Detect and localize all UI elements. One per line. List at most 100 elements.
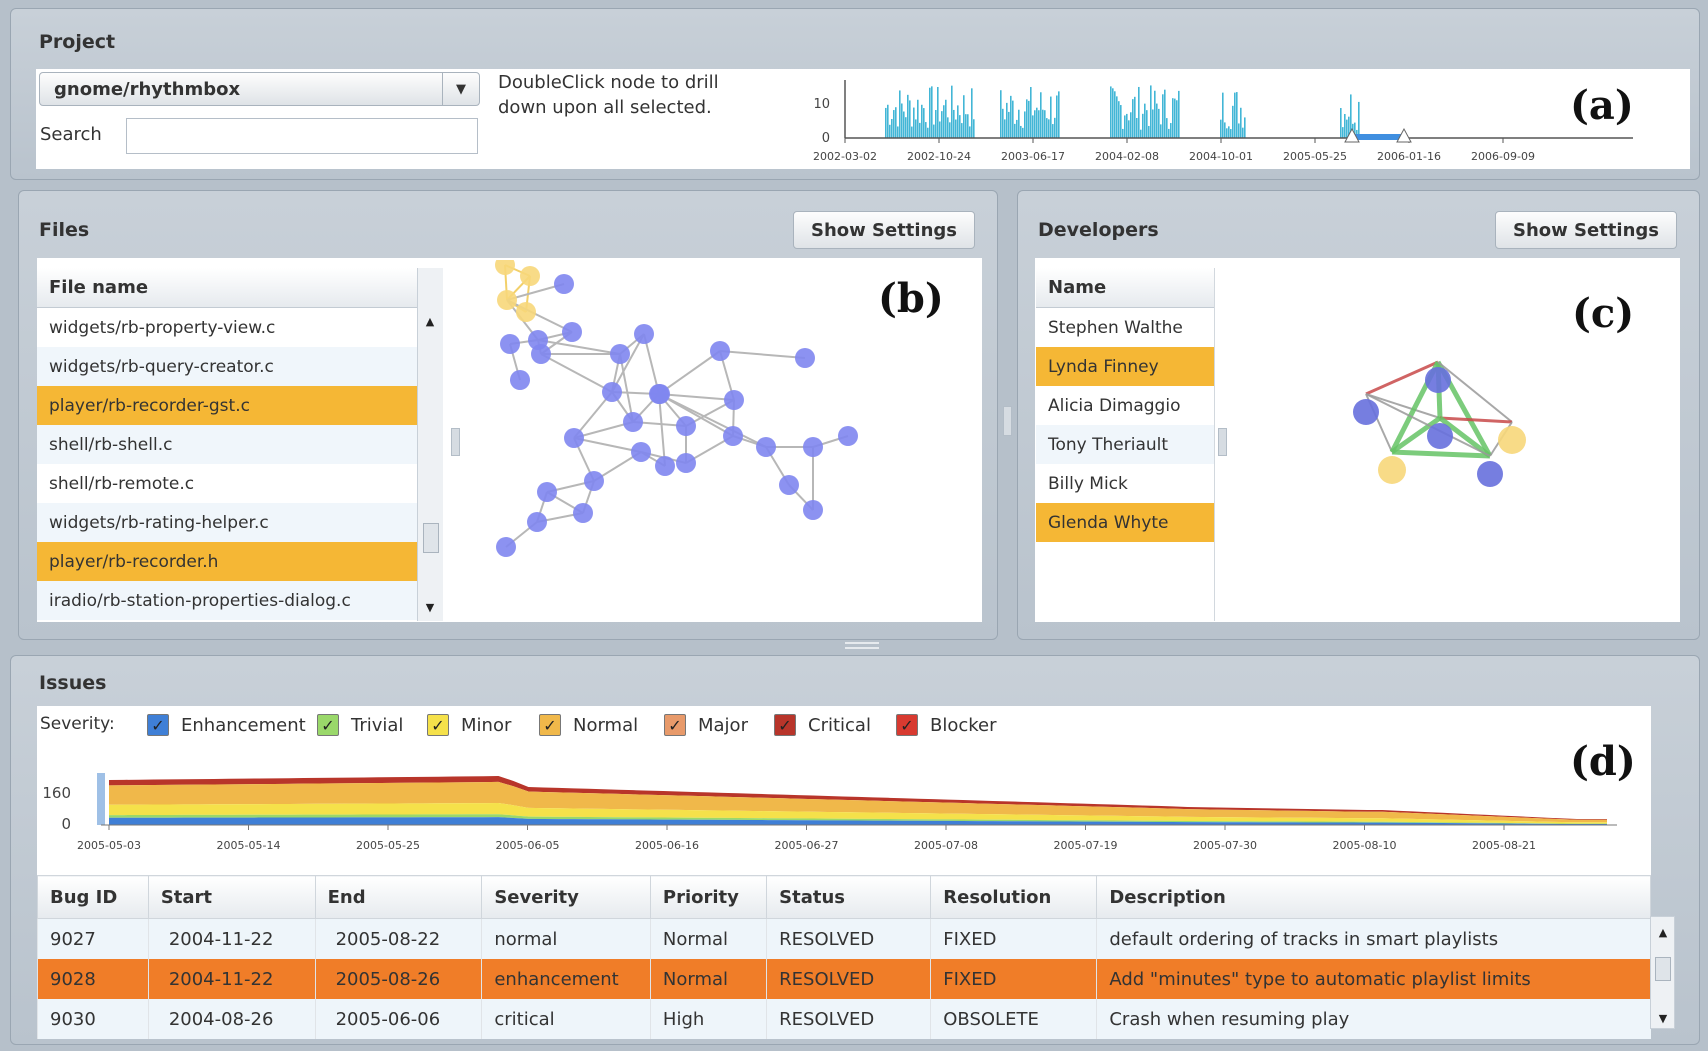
- developer-node[interactable]: [1425, 367, 1451, 393]
- scroll-down-icon[interactable]: ▼: [421, 598, 439, 616]
- file-node[interactable]: [655, 456, 675, 476]
- chart-scroll-handle[interactable]: [97, 773, 105, 825]
- developers-column-header[interactable]: Name: [1036, 268, 1214, 308]
- file-node[interactable]: [537, 482, 557, 502]
- file-row[interactable]: player/rb-recorder-gst.c: [37, 386, 417, 425]
- file-node[interactable]: [838, 426, 858, 446]
- search-input[interactable]: [126, 118, 478, 154]
- file-row[interactable]: shell/rb-remote.c: [37, 464, 417, 503]
- developer-row[interactable]: Alicia Dimaggio: [1036, 386, 1214, 425]
- issues-chart[interactable]: 160 0 2005-05-03 2005-05-14 2005-05-25 2005-0…: [37, 765, 1651, 875]
- file-node[interactable]: [756, 437, 776, 457]
- checkbox-icon[interactable]: ✓: [539, 714, 561, 736]
- checkbox-icon[interactable]: ✓: [896, 714, 918, 736]
- file-node[interactable]: [527, 512, 547, 532]
- checkbox-icon[interactable]: ✓: [664, 714, 686, 736]
- developer-row[interactable]: Glenda Whyte: [1036, 503, 1214, 542]
- developer-node[interactable]: [1498, 426, 1526, 454]
- severity-filter-minor[interactable]: ✓ Minor: [427, 712, 511, 738]
- commit-timeline[interactable]: 10 0 2002-03-02 2002-10-24 2003-06-17 2004-…: [800, 70, 1640, 170]
- issue-row[interactable]: 9028 2004-11-22 2005-08-26 enhancement Norma…: [37, 959, 1651, 999]
- developers-show-settings-button[interactable]: Show Settings: [1495, 211, 1677, 249]
- files-show-settings-button[interactable]: Show Settings: [793, 211, 975, 249]
- file-row[interactable]: player/rb-recorder.h: [37, 542, 417, 581]
- file-node[interactable]: [610, 344, 630, 364]
- developer-row[interactable]: Billy Mick: [1036, 464, 1214, 503]
- file-node[interactable]: [531, 344, 551, 364]
- file-node[interactable]: [676, 416, 696, 436]
- severity-filter-blocker[interactable]: ✓ Blocker: [896, 712, 997, 738]
- issue-row[interactable]: 9027 2004-11-22 2005-08-22 normal Normal RESO…: [37, 918, 1651, 959]
- splitter-handle[interactable]: [1003, 406, 1012, 436]
- chevron-down-icon[interactable]: ▼: [442, 73, 479, 105]
- column-header[interactable]: End: [314, 875, 483, 919]
- file-node[interactable]: [803, 437, 823, 457]
- developer-node[interactable]: [1427, 423, 1453, 449]
- developers-graph[interactable]: [1340, 360, 1580, 530]
- file-row[interactable]: widgets/rb-rating-helper.c: [37, 503, 417, 542]
- file-node[interactable]: [554, 274, 574, 294]
- checkbox-icon[interactable]: ✓: [147, 714, 169, 736]
- column-header[interactable]: Status: [766, 875, 932, 919]
- developer-row[interactable]: Stephen Walthe: [1036, 308, 1214, 347]
- checkbox-icon[interactable]: ✓: [774, 714, 796, 736]
- column-header[interactable]: Start: [147, 875, 316, 919]
- scroll-up-icon[interactable]: ▲: [421, 312, 439, 330]
- column-header[interactable]: Description: [1096, 875, 1651, 919]
- severity-filter-normal[interactable]: ✓ Normal: [539, 712, 638, 738]
- developer-row[interactable]: Tony Theriault: [1036, 425, 1214, 464]
- file-node[interactable]: [723, 426, 743, 446]
- file-node[interactable]: [634, 324, 654, 344]
- splitter-handle[interactable]: [1218, 428, 1227, 456]
- severity-filter-trivial[interactable]: ✓ Trivial: [317, 712, 403, 738]
- file-node[interactable]: [520, 266, 540, 286]
- checkbox-icon[interactable]: ✓: [317, 714, 339, 736]
- files-scrollbar[interactable]: ▲ ▼: [417, 268, 443, 621]
- file-node[interactable]: [676, 453, 696, 473]
- file-node[interactable]: [724, 390, 744, 410]
- developer-row[interactable]: Lynda Finney: [1036, 347, 1214, 386]
- column-header[interactable]: Priority: [649, 875, 768, 919]
- file-node[interactable]: [495, 260, 515, 275]
- column-header[interactable]: Resolution: [930, 875, 1098, 919]
- column-header[interactable]: Severity: [481, 875, 651, 919]
- file-node[interactable]: [795, 348, 815, 368]
- file-node[interactable]: [516, 302, 536, 322]
- horizontal-splitter[interactable]: [845, 642, 879, 649]
- severity-filter-enhancement[interactable]: ✓ Enhancement: [147, 712, 306, 738]
- file-node[interactable]: [584, 471, 604, 491]
- scroll-up-icon[interactable]: ▲: [1654, 923, 1672, 941]
- file-node[interactable]: [573, 503, 593, 523]
- scroll-thumb[interactable]: [423, 523, 439, 553]
- splitter-handle[interactable]: [451, 428, 460, 456]
- file-row[interactable]: widgets/rb-query-creator.c: [37, 347, 417, 386]
- file-node[interactable]: [510, 370, 530, 390]
- project-select[interactable]: gnome/rhythmbox ▼: [39, 72, 480, 106]
- file-row[interactable]: widgets/rb-property-view.c: [37, 308, 417, 347]
- file-node[interactable]: [500, 334, 520, 354]
- severity-filter-major[interactable]: ✓ Major: [664, 712, 748, 738]
- file-node[interactable]: [602, 382, 622, 402]
- developer-node[interactable]: [1378, 456, 1406, 484]
- file-node[interactable]: [710, 341, 730, 361]
- file-node[interactable]: [564, 428, 584, 448]
- file-node[interactable]: [779, 475, 799, 495]
- file-node[interactable]: [623, 412, 643, 432]
- file-node[interactable]: [562, 322, 582, 342]
- file-node[interactable]: [497, 290, 517, 310]
- checkbox-icon[interactable]: ✓: [427, 714, 449, 736]
- scroll-down-icon[interactable]: ▼: [1654, 1009, 1672, 1027]
- file-node[interactable]: [803, 500, 823, 520]
- issue-row[interactable]: 9030 2004-08-26 2005-06-06 critical High RESO…: [37, 999, 1651, 1039]
- file-node[interactable]: [496, 537, 516, 557]
- files-column-header[interactable]: File name: [37, 268, 417, 308]
- file-row[interactable]: iradio/rb-station-properties-dialog.c: [37, 581, 417, 620]
- severity-filter-critical[interactable]: ✓ Critical: [774, 712, 871, 738]
- file-row[interactable]: shell/rb-shell.c: [37, 425, 417, 464]
- issues-scrollbar[interactable]: ▲ ▼: [1650, 916, 1675, 1029]
- scroll-thumb[interactable]: [1655, 957, 1671, 981]
- file-node[interactable]: [631, 442, 651, 462]
- developer-node[interactable]: [1477, 461, 1503, 487]
- file-node[interactable]: [650, 384, 670, 404]
- column-header[interactable]: Bug ID: [37, 875, 149, 919]
